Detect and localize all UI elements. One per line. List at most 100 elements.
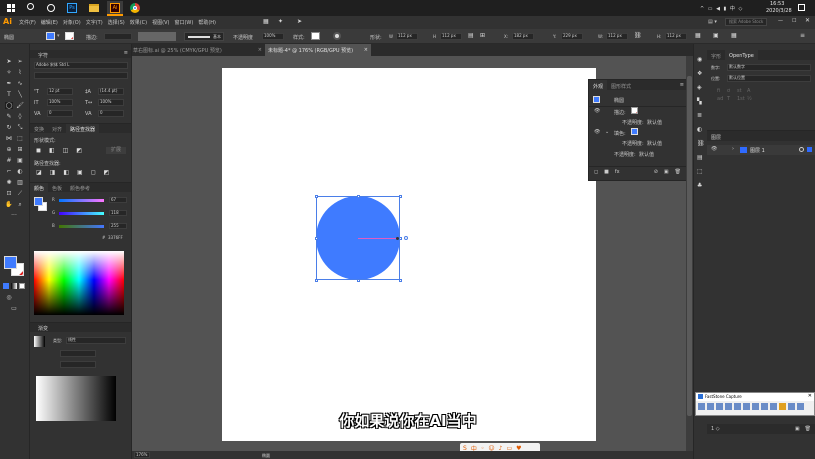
stroke-swatch[interactable] bbox=[65, 32, 74, 40]
eyedropper-tool-icon[interactable]: ⌐ bbox=[5, 168, 13, 175]
reference-point-icon[interactable]: ⊞ bbox=[480, 32, 485, 39]
color-spectrum[interactable] bbox=[34, 251, 124, 315]
live-corner-handle[interactable] bbox=[396, 236, 399, 240]
layer-name[interactable]: 图层 1 bbox=[750, 147, 765, 154]
selection-tool-icon[interactable]: ➤ bbox=[5, 58, 13, 65]
font-size-field[interactable]: 12 pt bbox=[47, 88, 73, 95]
menu-type[interactable]: 文字(T) bbox=[86, 19, 103, 26]
workspace-icon[interactable]: ✦ bbox=[278, 18, 283, 25]
menu-window[interactable]: 窗口(W) bbox=[174, 19, 193, 26]
fill-opacity-value[interactable]: 默认值 bbox=[647, 140, 662, 147]
layer-target-icon[interactable] bbox=[799, 147, 804, 152]
free-transform-tool-icon[interactable]: ⬚ bbox=[16, 135, 24, 142]
handle-bm[interactable] bbox=[356, 278, 360, 282]
shape-builder-tool-icon[interactable]: ⊕ bbox=[5, 146, 13, 153]
scale-tool-icon[interactable]: ⤡ bbox=[16, 124, 24, 131]
minimize-button[interactable]: — bbox=[778, 18, 783, 24]
width-tool-icon[interactable]: ⋈ bbox=[5, 135, 13, 142]
ellipse-tool-icon[interactable]: ◯ bbox=[5, 102, 13, 109]
properties-icon[interactable]: ◈ bbox=[697, 84, 702, 91]
h-field[interactable]: 112 px bbox=[665, 33, 687, 40]
pathfinder-buttons[interactable]: ◪ ◨ ◧ ▣ ◻ ◩ bbox=[36, 169, 109, 176]
fill-expand-icon[interactable]: ⌄ bbox=[605, 129, 609, 135]
fill-color-box[interactable] bbox=[4, 256, 17, 269]
add-fill-icon[interactable]: ■ bbox=[604, 169, 609, 175]
stroke-opacity-value[interactable]: 默认值 bbox=[647, 119, 662, 126]
symbols-icon[interactable]: ♣ bbox=[697, 182, 702, 189]
artboard[interactable] bbox=[222, 68, 596, 441]
opacity-field[interactable]: 100% bbox=[262, 33, 284, 40]
merge-icon[interactable]: ◧ bbox=[63, 169, 69, 176]
menu-edit[interactable]: 编辑(E) bbox=[41, 19, 58, 26]
tab-swatches[interactable]: 色板 bbox=[48, 183, 66, 192]
shaper-tool-icon[interactable]: ✎ bbox=[5, 113, 13, 120]
g-value-field[interactable]: 118 bbox=[109, 210, 127, 216]
direct-selection-tool-icon[interactable]: ➢ bbox=[16, 58, 24, 65]
gradient-slider-preview[interactable] bbox=[36, 376, 116, 421]
layer-expand-icon[interactable]: › bbox=[732, 146, 734, 152]
maximize-button[interactable]: ☐ bbox=[792, 18, 796, 24]
tab-opentype[interactable]: OpenType bbox=[725, 50, 758, 60]
opentype-feature-buttons[interactable]: fi ơ st Aad T 1st ½ bbox=[717, 88, 755, 102]
panel-menu-icon[interactable]: ≡ bbox=[124, 50, 128, 56]
b-slider[interactable] bbox=[59, 225, 104, 228]
gradient-tool-icon[interactable]: ▣ bbox=[16, 157, 24, 164]
crop-icon[interactable]: ▣ bbox=[77, 169, 83, 176]
close-button[interactable]: ✕ bbox=[805, 17, 810, 24]
rotate-tool-icon[interactable]: ↻ bbox=[5, 124, 13, 131]
handle-tl[interactable] bbox=[314, 194, 318, 198]
brushes-icon[interactable]: ▚ bbox=[697, 98, 702, 105]
handle-ml[interactable] bbox=[314, 236, 318, 240]
unite-icon[interactable]: ◼ bbox=[36, 147, 41, 154]
handle-bl[interactable] bbox=[314, 278, 318, 282]
pie-widget-handle[interactable] bbox=[404, 236, 408, 240]
stroke-visibility-icon[interactable]: 👁 bbox=[594, 108, 600, 114]
appearance-footer-right[interactable]: ⊘ ▣ 🗑 bbox=[654, 169, 681, 175]
transform-icon[interactable]: ▦ bbox=[695, 32, 701, 39]
add-stroke-icon[interactable]: ◻ bbox=[594, 169, 598, 175]
hand-tool-icon[interactable]: ✋ bbox=[5, 201, 13, 208]
cc-libraries-icon[interactable]: ❖ bbox=[697, 70, 702, 77]
arrange-icon[interactable]: ▦ bbox=[731, 32, 737, 39]
x-field[interactable]: 182 px bbox=[512, 33, 534, 40]
draw-mode-icon[interactable]: ◎ bbox=[5, 294, 13, 301]
b-value-field[interactable]: 255 bbox=[109, 223, 127, 229]
object-opacity-value[interactable]: 默认值 bbox=[639, 151, 654, 158]
expand-button[interactable]: 扩展 bbox=[106, 147, 126, 154]
links-icon[interactable]: ⛓ bbox=[697, 140, 705, 147]
stroke-weight-field[interactable] bbox=[104, 33, 132, 40]
layer-row[interactable]: 👁 › 图层 1 bbox=[707, 145, 815, 155]
paintbrush-tool-icon[interactable]: 🖌 bbox=[16, 102, 24, 109]
tab-document-1[interactable]: 草右图标.ai @ 25% (CMYK/GPU 预览) × bbox=[130, 44, 265, 56]
tab-close-icon[interactable]: × bbox=[258, 47, 262, 53]
clear-appearance-icon[interactable]: ⊘ bbox=[654, 169, 658, 175]
r-value-field[interactable]: 67 bbox=[109, 197, 127, 203]
leading-field[interactable]: (14.4 pt) bbox=[98, 88, 124, 95]
stock-search-input[interactable]: 搜索 Adobe Stock bbox=[725, 18, 767, 26]
arrange-docs-icon[interactable]: ▦ bbox=[263, 18, 269, 25]
pen-tool-icon[interactable]: ✒ bbox=[5, 80, 13, 87]
fill-dropdown-icon[interactable]: ▾ bbox=[57, 33, 60, 39]
artboards-icon[interactable]: ▤ bbox=[697, 154, 703, 161]
new-layer-icon[interactable]: ▣ bbox=[795, 426, 800, 432]
menu-select[interactable]: 选择(S) bbox=[108, 19, 125, 26]
notification-icon[interactable] bbox=[798, 4, 805, 11]
w-field[interactable]: 112 px bbox=[606, 33, 628, 40]
r-slider[interactable] bbox=[59, 199, 104, 202]
mesh-tool-icon[interactable]: # bbox=[5, 157, 13, 164]
slice-tool-icon[interactable]: ⟋ bbox=[16, 190, 24, 197]
vertical-scale-field[interactable]: 100% bbox=[47, 99, 73, 106]
faststone-buttons[interactable] bbox=[698, 403, 804, 410]
fill-swatch[interactable] bbox=[46, 32, 55, 40]
zoom-tool-icon[interactable]: ⌕ bbox=[16, 201, 24, 208]
tab-appearance[interactable]: 外观 bbox=[589, 80, 608, 90]
delete-item-icon[interactable]: 🗑 bbox=[675, 169, 681, 175]
tab-color-guide[interactable]: 颜色参考 bbox=[66, 183, 94, 192]
fill-visibility-icon[interactable]: 👁 bbox=[594, 129, 600, 135]
workspace-switcher[interactable]: ▤ ▾ bbox=[708, 19, 720, 25]
color-wheel-icon[interactable]: ◉ bbox=[697, 56, 702, 63]
transparency-icon[interactable]: ◐ bbox=[697, 126, 702, 133]
symbol-sprayer-tool-icon[interactable]: ✺ bbox=[5, 179, 13, 186]
menu-object[interactable]: 对象(O) bbox=[63, 19, 81, 26]
exclude-icon[interactable]: ◩ bbox=[76, 147, 82, 154]
